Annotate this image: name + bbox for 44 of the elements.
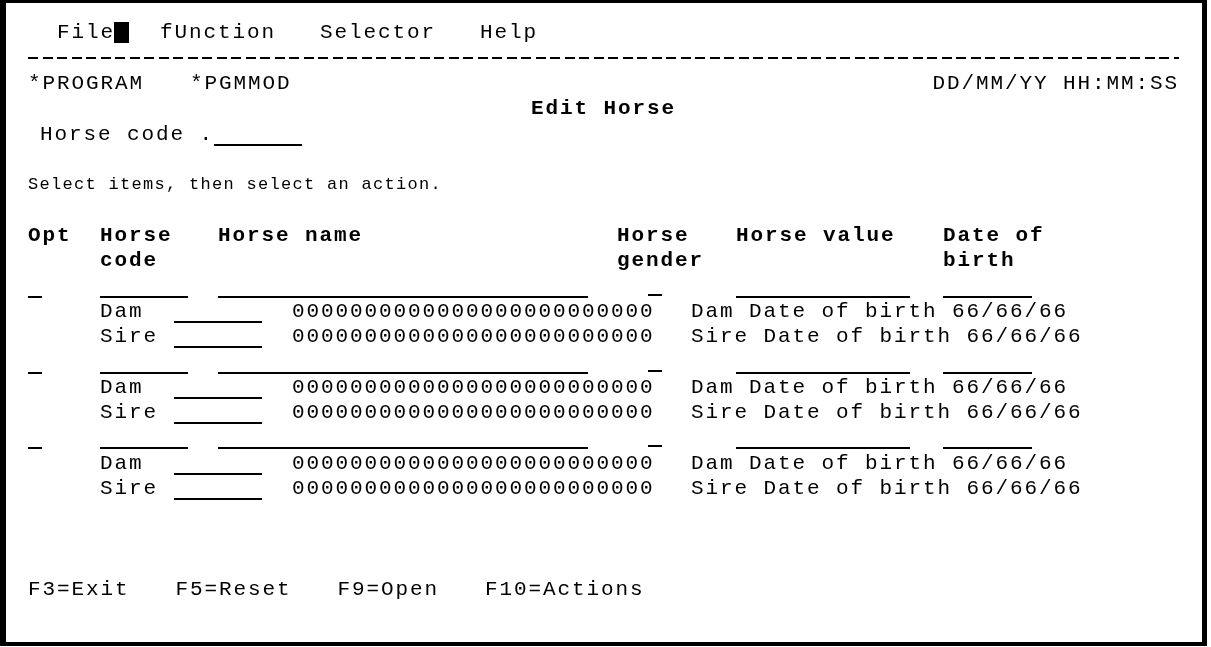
screen-title: Edit Horse [531, 97, 676, 121]
parent-label: Sire [100, 400, 158, 424]
column-header: Horse gender [617, 222, 705, 274]
column-header: Horse value [736, 222, 896, 248]
parent-birth-date: 66/66/66 [966, 325, 1083, 349]
menu-item[interactable]: File [57, 20, 115, 46]
parent-birth-date-label: Dam Date of birth [691, 375, 938, 399]
module-name: *PGMMOD [190, 72, 292, 96]
parent-birth-date-label: Sire Date of birth [691, 325, 953, 349]
parent-horse-name: 0000000000000000000000000 [292, 299, 655, 323]
parent-birth-date-label: Sire Date of birth [691, 400, 953, 424]
instruction-text: Select items, then select an action. [28, 175, 443, 195]
parent-birth-date: 66/66/66 [966, 400, 1083, 424]
parent-label: Dam [100, 299, 144, 323]
parent-horse-name: 0000000000000000000000000 [292, 375, 655, 399]
program-name: *PROGRAM [28, 72, 145, 96]
column-header: Date of birth [943, 222, 1046, 274]
parent-horse-name: 0000000000000000000000000 [292, 476, 655, 500]
column-header: Horse code [100, 222, 174, 274]
parent-birth-date-label: Sire Date of birth [691, 476, 953, 500]
menu-item[interactable]: Help [480, 20, 539, 46]
parent-label: Dam [100, 375, 144, 399]
parent-birth-date: 66/66/66 [952, 375, 1069, 399]
parent-horse-name: 0000000000000000000000000 [292, 451, 655, 475]
menu-item[interactable]: fUnction [160, 20, 277, 46]
parent-label: Dam [100, 451, 144, 475]
parent-horse-name: 0000000000000000000000000 [292, 400, 655, 424]
parent-birth-date: 66/66/66 [952, 451, 1069, 475]
parent-horse-name: 0000000000000000000000000 [292, 325, 655, 349]
parent-birth-date-label: Dam Date of birth [691, 299, 938, 323]
parent-label: Sire [100, 476, 158, 500]
function-key-label: F5=Reset [175, 578, 292, 601]
date-time-text: DD/MM/YY HH:MM:SS [932, 72, 1179, 96]
parent-birth-date: 66/66/66 [952, 299, 1069, 323]
menu-item[interactable]: Selector [320, 20, 437, 46]
column-header: Opt [28, 222, 72, 248]
function-key-label: F10=Actions [485, 578, 645, 601]
function-key-label: F9=Open [337, 578, 440, 601]
column-header: Horse name [218, 222, 364, 248]
parent-label: Sire [100, 325, 158, 349]
function-key-label: F3=Exit [28, 578, 130, 601]
parent-birth-date-label: Dam Date of birth [691, 451, 938, 475]
filter-label: Horse code . [40, 122, 215, 146]
parent-birth-date: 66/66/66 [966, 476, 1083, 500]
